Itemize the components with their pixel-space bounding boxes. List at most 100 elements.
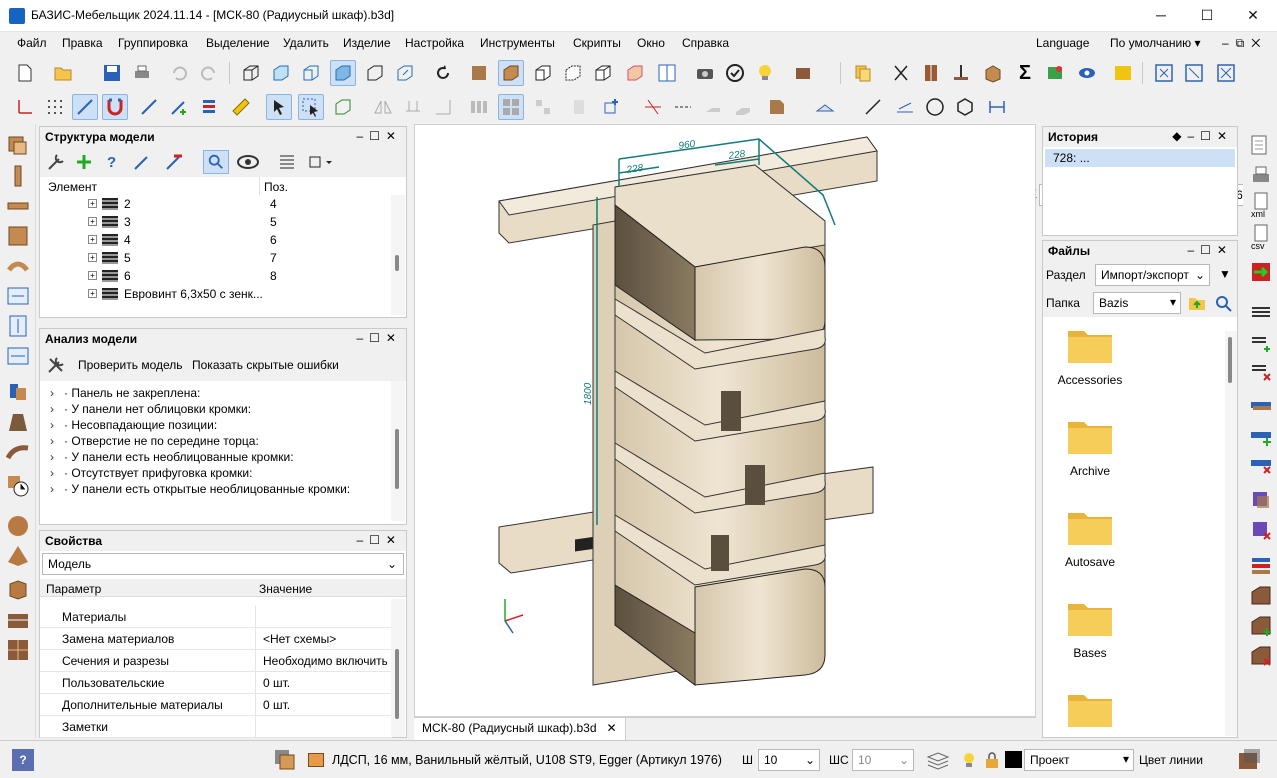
menu-product[interactable]: Изделие [343,36,391,50]
bazis-logo-button[interactable] [1110,60,1136,86]
undo-button[interactable] [166,60,192,86]
select-tool-button[interactable] [266,94,292,120]
screw-icon[interactable] [1249,300,1273,324]
help-icon[interactable]: ? [12,749,34,771]
lightbulb-status-icon[interactable] [960,751,978,769]
show-hidden-errors-button[interactable]: Показать скрытые ошибки [192,358,339,372]
document-tab[interactable]: МСК-80 (Радиусный шкаф).b3d ✕ [414,718,626,740]
folder-item[interactable]: Accessories [1043,319,1223,407]
properties-scrollbar[interactable] [391,599,405,737]
corner-cabinet-remove-icon[interactable] [1249,644,1273,668]
new-file-button[interactable] [12,60,38,86]
corner-cabinet-icon[interactable] [1249,584,1273,608]
scroll-thumb[interactable] [1228,337,1232,383]
panel-controls[interactable]: ◆‒☐✕ [1172,129,1233,143]
render-shaded-button[interactable] [622,60,648,86]
zoom-fit-button[interactable] [1151,60,1177,86]
cut-button[interactable] [888,60,914,86]
trim-button[interactable] [640,94,666,120]
eye-visibility-icon[interactable] [236,152,260,172]
check-button[interactable] [722,60,748,86]
horizontal-panel-icon[interactable] [6,194,30,218]
cabinet-button[interactable] [918,60,944,86]
chevron-right-icon[interactable]: › [50,417,64,433]
history-entry[interactable]: 728: ... [1045,149,1235,167]
expand-icon[interactable]: + [88,253,97,262]
light-button[interactable] [752,60,778,86]
group-dropdown-icon[interactable] [308,152,332,172]
tree-row[interactable]: +2 4 [40,195,406,213]
axes-button[interactable] [12,94,38,120]
structure-scrollbar[interactable] [391,195,405,315]
analysis-scrollbar[interactable] [391,381,405,521]
cabinet-status-icon[interactable] [1236,747,1262,773]
menu-settings[interactable]: Настройка [405,36,464,50]
menu-edit[interactable]: Правка [62,36,103,50]
visibility-button[interactable] [1074,60,1100,86]
panel-controls[interactable]: ‒☐✕ [357,331,403,345]
list-icon[interactable] [277,152,297,172]
layer-color-swatch[interactable] [1005,751,1022,768]
expand-icon[interactable]: + [88,271,97,280]
hardware-clock-icon[interactable] [6,474,30,498]
material-button[interactable] [790,60,816,86]
zoom-window-button[interactable] [1181,60,1207,86]
angle-button[interactable] [892,94,918,120]
curved-profile-icon[interactable] [6,440,30,464]
camera-button[interactable] [692,60,718,86]
render-textured-button[interactable] [466,60,492,86]
select-area-button[interactable] [298,94,324,120]
split-view-button[interactable] [654,60,680,86]
plane-button[interactable] [812,94,838,120]
step-select[interactable]: 10 ⌄ [758,749,820,771]
check-model-button[interactable]: Проверить модель [78,358,183,372]
view-box-1-button[interactable] [238,60,264,86]
folder-search-icon[interactable] [1213,293,1233,313]
package-button[interactable] [980,60,1006,86]
shape-cut-button[interactable] [764,94,790,120]
folder-item[interactable]: Bases [1043,592,1223,680]
tree-row[interactable]: +6 8 [40,267,406,285]
menu-select[interactable]: Выделение [206,36,270,50]
expand-icon[interactable]: + [88,217,97,226]
extrude-button[interactable] [730,94,756,120]
expand-icon[interactable]: + [88,235,97,244]
redo-button[interactable] [196,60,222,86]
box-3d-icon[interactable] [6,578,30,602]
tab-close-icon[interactable]: ✕ [607,721,617,735]
line-snap-button[interactable] [136,94,162,120]
chevron-right-icon[interactable]: › [50,385,64,401]
panel-controls[interactable]: ‒☐✕ [357,533,403,547]
export-csv-button[interactable]: csv [1249,224,1275,252]
view-box-6-button[interactable] [392,60,418,86]
chevron-right-icon[interactable]: › [50,433,64,449]
circle-button[interactable] [922,94,948,120]
stack-button[interactable] [196,94,222,120]
mdi-controls[interactable]: ‒⧉✕ [1222,36,1267,51]
property-row[interactable]: Заметки [40,716,392,738]
panel-controls[interactable]: ‒☐✕ [1188,243,1234,257]
menu-file[interactable]: Файл [17,36,47,50]
files-scrollbar[interactable] [1225,331,1237,736]
view-box-5-button[interactable] [362,60,388,86]
maximize-button[interactable]: ☐ [1184,0,1230,30]
close-button[interactable]: ✕ [1230,0,1276,30]
layer-remove-icon[interactable] [1249,518,1273,542]
add-element-icon[interactable] [74,152,94,172]
panel-stack-icon[interactable] [1249,394,1273,418]
expand-icon[interactable]: + [88,199,97,208]
scroll-thumb[interactable] [395,649,399,719]
import-green-icon[interactable] [1249,260,1273,284]
print-button[interactable] [129,60,155,86]
analysis-item[interactable]: › · Панель не закреплена: [40,385,406,401]
help-query-icon[interactable]: ? [102,152,122,172]
open-file-button[interactable] [50,60,76,86]
draw-line-button[interactable] [860,94,886,120]
analysis-item[interactable]: › · У панели есть открытые необлицованные… [40,481,406,497]
screw-add-icon[interactable] [1249,330,1273,354]
facade-icon[interactable] [6,410,30,434]
section-select[interactable]: Импорт/экспорт ⌄ [1095,264,1210,286]
back-panel-icon[interactable] [6,224,30,248]
profile-button[interactable] [700,94,726,120]
property-row[interactable]: Замена материалов <Нет схемы> [40,628,392,650]
